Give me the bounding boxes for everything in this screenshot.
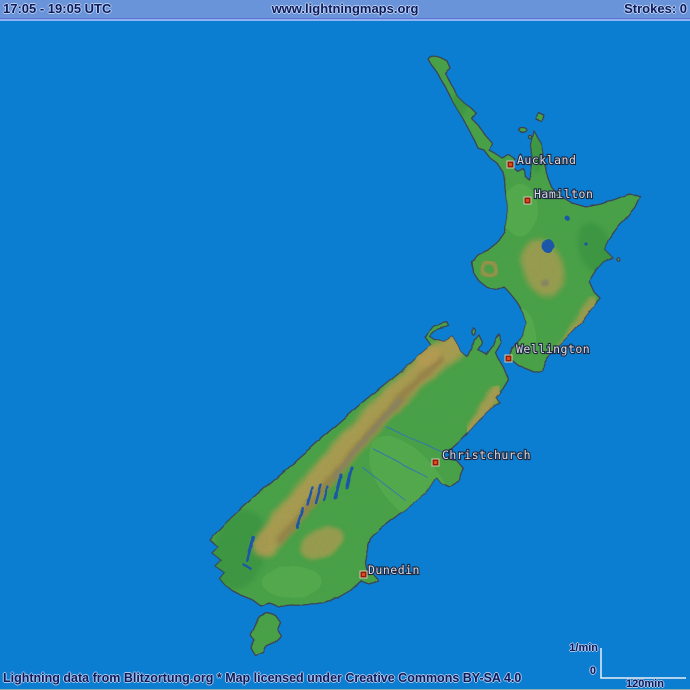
attribution-text: Lightning data from Blitzortung.org * Ma… bbox=[3, 671, 521, 685]
city-marker-dunedin bbox=[360, 571, 367, 578]
city-marker-christchurch bbox=[432, 459, 439, 466]
legend-rate-min-label: 0 bbox=[590, 665, 596, 677]
city-label-wellington: Wellington bbox=[516, 342, 590, 356]
east-coast-islet bbox=[616, 257, 619, 260]
kapiti-island bbox=[472, 328, 475, 335]
city-marker-wellington bbox=[505, 355, 512, 362]
header-bar: 17:05 - 19:05 UTC www.lightningmaps.org … bbox=[0, 0, 690, 19]
city-marker-auckland bbox=[507, 161, 514, 168]
map-canvas[interactable]: Auckland Hamilton Wellington Christchurc… bbox=[0, 0, 690, 690]
stroke-rate-legend: 1/min 0 120min bbox=[560, 640, 690, 690]
lightningmaps-app-window: Auckland Hamilton Wellington Christchurc… bbox=[0, 0, 690, 690]
lake-rotorua bbox=[565, 216, 570, 221]
strokes-counter: Strokes: 0 bbox=[624, 0, 687, 18]
lake-taupo bbox=[542, 240, 555, 253]
city-label-dunedin: Dunedin bbox=[368, 563, 420, 577]
city-label-auckland: Auckland bbox=[517, 153, 576, 167]
city-label-hamilton: Hamilton bbox=[534, 187, 593, 201]
waiheke-island bbox=[519, 128, 527, 132]
city-marker-hamilton bbox=[524, 197, 531, 204]
legend-rate-max-label: 1/min bbox=[569, 642, 598, 654]
great-barrier-island bbox=[536, 112, 544, 122]
gulf-islet bbox=[528, 135, 531, 138]
time-range-label: 17:05 - 19:05 UTC bbox=[3, 0, 111, 18]
city-label-christchurch: Christchurch bbox=[442, 448, 531, 462]
